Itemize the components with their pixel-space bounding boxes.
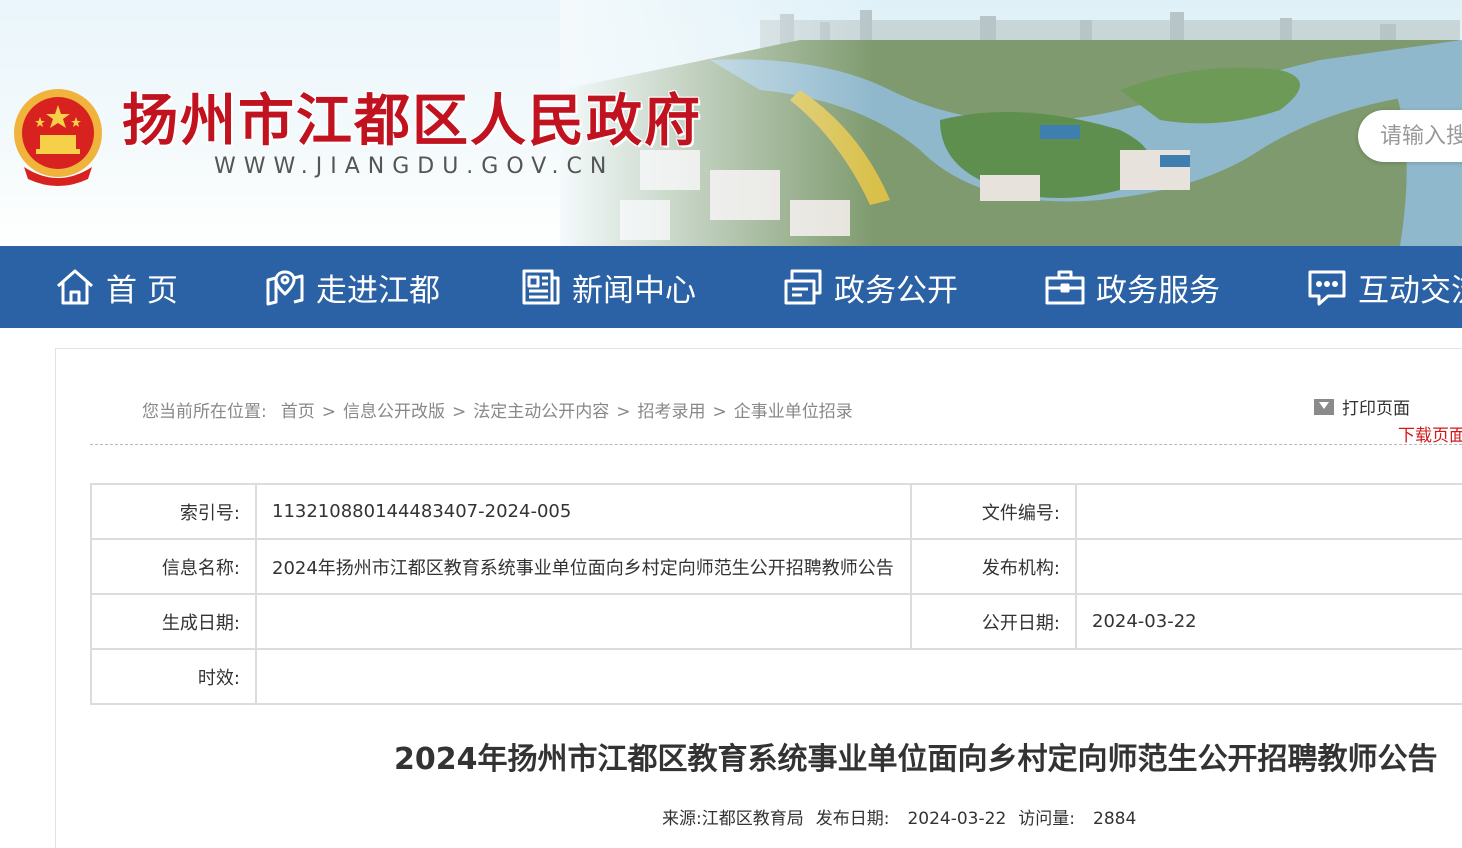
table-row: 索引号: 113210880144483407-2024-005 文件编号: [90,483,1462,540]
nav-item-gov-info[interactable]: 政务公开 [782,246,958,328]
info-name-value: 2024年扬州市江都区教育系统事业单位面向乡村定向师范生公开招聘教师公告 [255,538,912,595]
nav-item-about[interactable]: 走进江都 [264,246,440,328]
publish-date-value: 2024-03-22 [907,809,1007,829]
breadcrumb-link-info-revision[interactable]: 信息公开改版 [343,402,445,422]
nav-item-interaction[interactable]: 互动交流 [1306,246,1462,328]
divider [90,444,1462,445]
views-value: 2884 [1093,809,1137,829]
breadcrumb-lead: 您当前所在位置: [142,402,267,422]
map-pin-icon [266,270,304,306]
header-banner: 扬州市江都区人民政府 WWW.JIANGDU.GOV.CN [0,0,1462,246]
index-label: 索引号: [90,483,257,540]
print-icon [1314,398,1334,415]
nav-item-gov-service[interactable]: 政务服务 [1044,246,1220,328]
breadcrumb-link-recruitment[interactable]: 招考录用 [637,402,705,422]
index-value: 113210880144483407-2024-005 [255,483,912,540]
nav-item-news[interactable]: 新闻中心 [520,246,696,328]
print-page-label: 打印页面 [1342,399,1410,419]
article-title: 2024年扬州市江都区教育系统事业单位面向乡村定向师范生公开招聘教师公告 [394,742,1438,777]
public-date-label: 公开日期: [910,593,1077,650]
table-row: 信息名称: 2024年扬州市江都区教育系统事业单位面向乡村定向师范生公开招聘教师… [90,538,1462,595]
site-url: WWW.JIANGDU.GOV.CN [214,154,615,179]
nav-item-label: 首 页 [106,272,178,309]
breadcrumb-separator: > [321,402,336,422]
main-nav: 首 页 走进江都 新闻中心 政务公开 政务服务 互动交 [0,246,1462,328]
table-row: 时效: [90,648,1462,705]
publish-date-label: 发布日期: [815,809,890,829]
breadcrumb-link-enterprise-recruitment[interactable]: 企事业单位招录 [734,402,853,422]
search-box[interactable] [1358,110,1462,162]
nav-item-home[interactable]: 首 页 [54,246,178,328]
doc-number-label: 文件编号: [910,483,1077,540]
views-label: 访问量: [1018,809,1075,829]
created-date-value [255,593,912,650]
download-page-link[interactable]: 下载页面 [1398,421,1462,446]
nav-item-label: 互动交流 [1358,272,1462,309]
nav-item-label: 走进江都 [316,272,440,309]
info-name-label: 信息名称: [90,538,257,595]
validity-value [255,648,1462,705]
document-icon [784,269,822,305]
print-page-button[interactable]: 打印页面 [1314,394,1410,419]
doc-number-value [1075,483,1462,540]
article-meta: 来源:江都区教育局 发布日期: 2024-03-22 访问量: 2884 [662,804,1136,829]
publisher-label: 发布机构: [910,538,1077,595]
publisher-value [1075,538,1462,595]
national-emblem-logo [14,89,102,186]
created-date-label: 生成日期: [90,593,257,650]
breadcrumb-link-statutory[interactable]: 法定主动公开内容 [473,402,609,422]
validity-label: 时效: [90,648,257,705]
home-icon [57,269,93,305]
info-table: 索引号: 113210880144483407-2024-005 文件编号: 信… [90,483,1462,705]
search-input[interactable] [1380,123,1462,149]
newspaper-icon [522,269,560,305]
source-value: 江都区教育局 [701,809,804,829]
table-row: 生成日期: 公开日期: 2024-03-22 [90,593,1462,650]
nav-item-label: 政务公开 [834,272,958,309]
public-date-value: 2024-03-22 [1075,593,1462,650]
breadcrumb-link-home[interactable]: 首页 [281,402,315,422]
source-label: 来源: [662,809,702,829]
nav-item-label: 新闻中心 [572,272,696,309]
briefcase-icon [1045,270,1085,305]
breadcrumb-separator: > [616,402,631,422]
breadcrumb-separator: > [712,402,727,422]
nav-item-label: 政务服务 [1096,272,1220,309]
breadcrumb: 您当前所在位置: 首页 > 信息公开改版 > 法定主动公开内容 > 招考录用 > 企事业单位招录 [142,397,853,422]
chat-icon [1308,270,1346,306]
breadcrumb-separator: > [451,402,467,422]
site-title: 扬州市江都区人民政府 [122,89,702,154]
